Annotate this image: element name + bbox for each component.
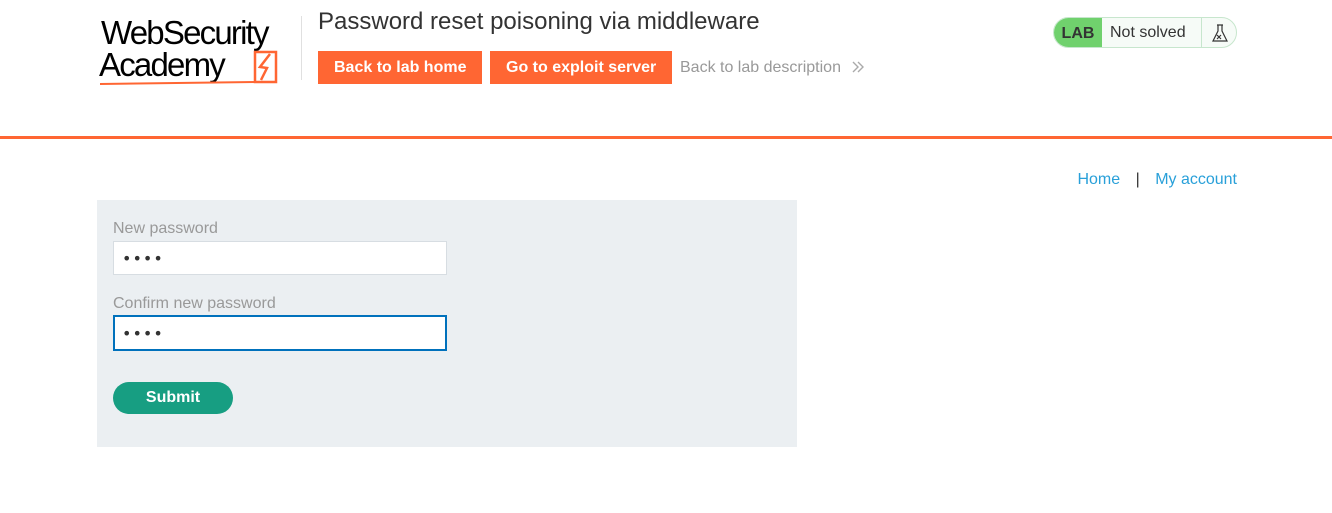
new-password-field[interactable] <box>113 241 447 275</box>
nav-separator: | <box>1135 171 1140 188</box>
nav-my-account-link[interactable]: My account <box>1155 171 1237 188</box>
lab-status-widget: LAB Not solved <box>1053 17 1237 48</box>
double-chevron-right-icon <box>852 61 865 73</box>
top-nav: Home | My account <box>1077 171 1237 189</box>
nav-home-link[interactable]: Home <box>1077 171 1120 188</box>
reset-password-form: New password Confirm new password Submit <box>97 200 797 447</box>
confirm-password-label: Confirm new password <box>113 295 276 312</box>
page-header: WebSecurity Academy Password reset poiso… <box>0 0 1332 136</box>
header-divider <box>0 136 1332 139</box>
back-to-lab-home-button[interactable]: Back to lab home <box>318 51 483 84</box>
lab-badge: LAB <box>1054 18 1102 47</box>
lab-title: Password reset poisoning via middleware <box>318 8 760 35</box>
back-to-lab-description-link[interactable]: Back to lab description <box>680 59 865 77</box>
logo-text-line2: Academy <box>99 46 226 83</box>
flask-icon <box>1212 24 1228 42</box>
web-security-academy-logo[interactable]: WebSecurity Academy <box>98 14 300 86</box>
go-to-exploit-server-button[interactable]: Go to exploit server <box>490 51 673 84</box>
back-to-lab-description-label: Back to lab description <box>680 59 841 76</box>
lab-status-text: Not solved <box>1110 24 1186 41</box>
new-password-label: New password <box>113 220 218 237</box>
confirm-password-field[interactable] <box>113 315 447 351</box>
submit-button[interactable]: Submit <box>113 382 233 414</box>
status-divider <box>1201 18 1202 47</box>
logo-divider <box>301 16 302 80</box>
